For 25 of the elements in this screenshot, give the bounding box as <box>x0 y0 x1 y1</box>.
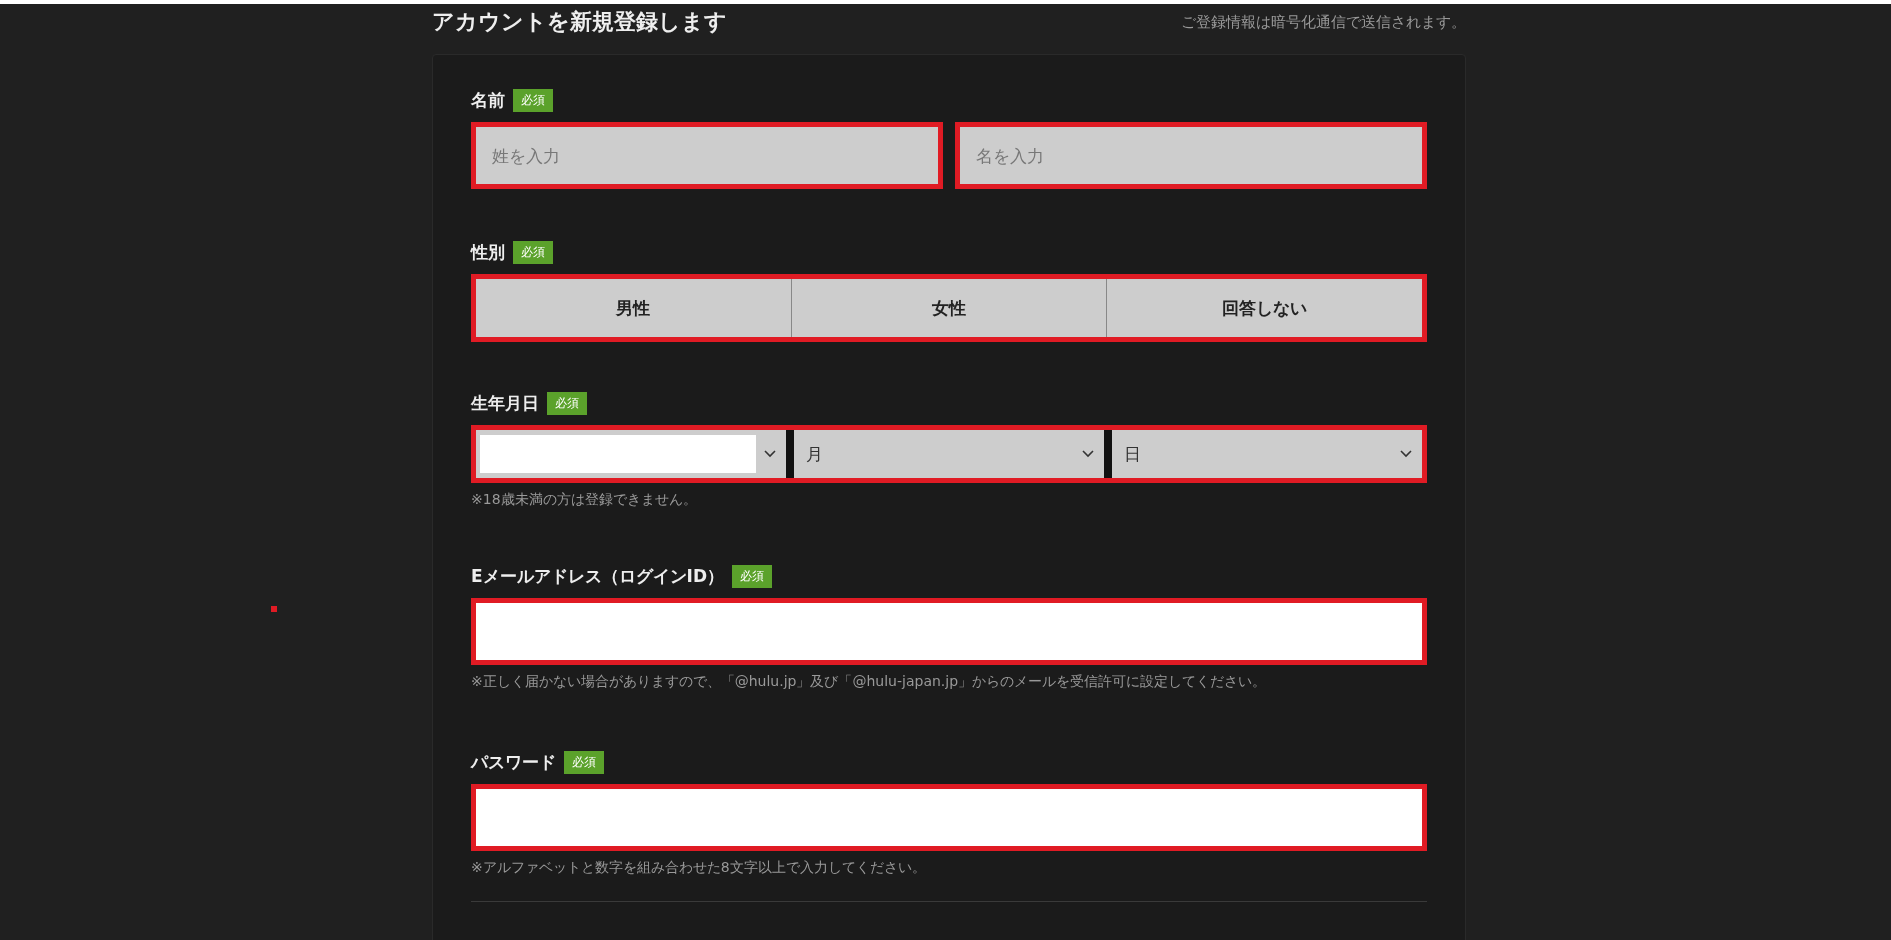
text-input[interactable] <box>471 784 1427 851</box>
chevron-down-icon <box>1082 450 1094 458</box>
required-badge: 必須 <box>513 89 553 112</box>
required-badge: 必須 <box>547 392 587 415</box>
text-input[interactable] <box>471 598 1427 665</box>
page-title: アカウントを新規登録します <box>432 8 727 36</box>
required-badge: 必須 <box>513 241 553 264</box>
date-select[interactable]: 日 <box>1112 430 1422 478</box>
chevron-down-icon <box>764 450 776 458</box>
stray-dot-mark <box>271 606 277 612</box>
field-label: パスワード <box>471 751 556 774</box>
date-select[interactable]: 月 <box>794 430 1104 478</box>
required-badge: 必須 <box>564 751 604 774</box>
chevron-down-icon <box>1400 450 1412 458</box>
field-label: 名前 <box>471 89 505 112</box>
field-note: ※正しく届かない場合がありますので、「@hulu.jp」及び「@hulu-japan.jp」からのメールを受信許可に設定してください。 <box>471 673 1268 691</box>
field-label: 生年月日 <box>471 392 539 415</box>
field-note: ※アルファベットと数字を組み合わせた8文字以上で入力してください。 <box>471 859 927 877</box>
security-notice: ご登録情報は暗号化通信で送信されます。 <box>1181 12 1466 32</box>
name-input[interactable]: 名を入力 <box>955 122 1427 189</box>
required-badge: 必須 <box>732 565 773 588</box>
field-note: ※18歳未満の方は登録できません。 <box>471 491 698 509</box>
name-input[interactable]: 姓を入力 <box>471 122 943 189</box>
field-label: Eメールアドレス（ログインID） <box>471 565 725 588</box>
field-label: 性別 <box>471 241 505 264</box>
